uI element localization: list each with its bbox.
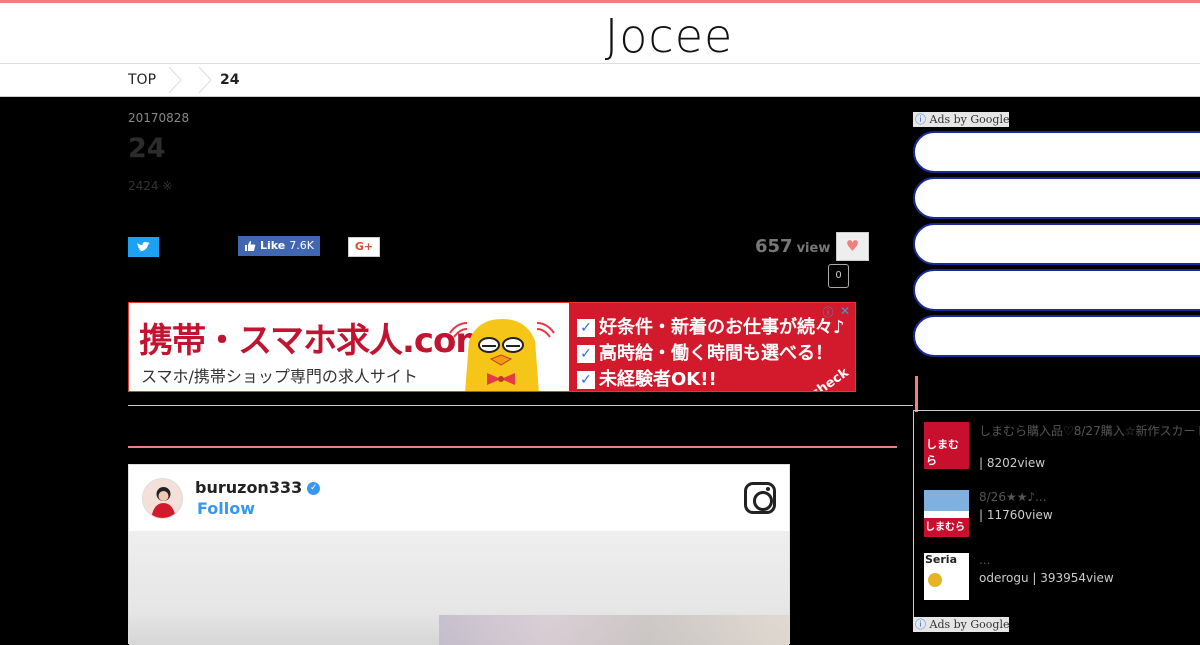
ad-link-button[interactable] (913, 177, 1200, 219)
ad-banner[interactable]: 携帯・スマホ求人.com スマホ/携帯ショップ専門の求人サイト ✓ 好条件・新着の… (128, 302, 856, 392)
sidebar-article-meta: | 11760view (979, 508, 1053, 522)
site-header: Jocee (0, 3, 1200, 63)
sidebar-article-title[interactable]: ... (979, 553, 1200, 567)
ad-feature-line: ✓ 未経験者OK!! (577, 365, 717, 391)
facebook-like-count: 7.6K (289, 239, 314, 252)
ad-red-panel: ✓ 好条件・新着のお仕事が続々♪ ✓ 高時給・働く時間も選べる！ ✓ 未経験者OK!!… (569, 303, 855, 391)
twitter-share-button[interactable] (128, 237, 159, 257)
view-count-label: view (796, 241, 831, 256)
article-description: 2424 ※ (128, 179, 173, 193)
sidebar-article-title[interactable]: しまむら購入品♡8/27購入☆新作スカートも❤使いやすいアイテム♡... (979, 422, 1200, 439)
chevron-right-icon (168, 66, 182, 94)
photo-background-shelf (439, 615, 789, 645)
chevron-right-icon (198, 66, 212, 94)
checkbox-icon: ✓ (577, 319, 595, 337)
sidebar-border (913, 410, 914, 630)
article-thumbnail[interactable]: Seria (924, 553, 969, 600)
checkbox-icon: ✓ (577, 345, 595, 363)
ad-feature-line: ✓ 好条件・新着のお仕事が続々♪ (577, 313, 845, 339)
ad-link-button[interactable] (913, 269, 1200, 311)
sidebar-article-item[interactable]: しまむら 8/26★★♪... | 11760view (924, 490, 1200, 540)
thumbs-up-icon (245, 241, 256, 251)
view-count: 657 view (755, 236, 830, 257)
view-count-number: 657 (755, 236, 793, 257)
breadcrumb-top-link[interactable]: TOP (128, 72, 156, 88)
page-title: 24 (128, 133, 166, 164)
sidebar-article-item[interactable]: Seria ... oderogu | 393954view (924, 553, 1200, 603)
info-icon: ⓘ (915, 618, 926, 631)
facebook-like-label: Like (260, 239, 286, 252)
info-icon: ⓘ (915, 113, 926, 126)
instagram-icon[interactable] (744, 482, 776, 514)
ads-by-google-label[interactable]: ⓘ Ads by Google (913, 112, 1009, 127)
checkbox-icon: ✓ (577, 371, 595, 389)
breadcrumb-current: 24 (220, 72, 240, 88)
info-icon[interactable]: ⓘ (821, 304, 835, 319)
sidebar-divider (913, 410, 1200, 411)
sidebar-article-item[interactable]: しまむら しまむら購入品♡8/27購入☆新作スカートも❤使いやすいアイテム♡..… (924, 422, 1200, 472)
site-logo[interactable]: Jocee (0, 9, 1200, 63)
facebook-like-button[interactable]: Like 7.6K (238, 236, 320, 256)
ad-title: 携帯・スマホ求人.com (139, 321, 491, 361)
google-plus-button[interactable]: G+ (348, 237, 380, 257)
ad-link-button[interactable] (913, 223, 1200, 265)
thumb-decoration (928, 573, 942, 587)
breadcrumb: TOP 24 (0, 63, 1200, 97)
follow-button[interactable]: Follow (197, 499, 255, 518)
ad-feature-line: ✓ 高時給・働く時間も選べる！ (577, 339, 833, 365)
mascot-icon (449, 319, 555, 391)
sidebar-article-meta: | 8202view (979, 456, 1046, 470)
sidebar-section-accent (915, 376, 918, 412)
instagram-photo[interactable] (129, 531, 789, 645)
instagram-username[interactable]: buruzon333 ✓ (195, 478, 321, 497)
avatar-figure-icon (151, 487, 176, 518)
article-thumbnail[interactable]: しまむら (924, 490, 969, 537)
favorite-button[interactable]: ♥ (836, 232, 869, 261)
thumb-label: Seria (925, 553, 958, 566)
article-date: 20170828 (128, 111, 190, 125)
ad-link-button[interactable] (913, 315, 1200, 357)
divider-accent (128, 446, 897, 448)
thumb-label: しまむら (926, 438, 959, 467)
instagram-embed: buruzon333 ✓ Follow (128, 464, 790, 645)
sidebar-article-meta: oderogu | 393954view (979, 571, 1114, 585)
ad-subtitle: スマホ/携帯ショップ専門の求人サイト (141, 367, 418, 386)
twitter-bird-icon (137, 241, 150, 252)
divider (128, 405, 913, 406)
ad-link-button[interactable] (913, 131, 1200, 173)
verified-badge-icon: ✓ (307, 482, 321, 495)
ad-check-label[interactable]: check (808, 365, 851, 391)
sidebar-article-title[interactable]: 8/26★★♪... (979, 490, 1200, 504)
avatar[interactable] (142, 478, 183, 519)
heart-icon: ♥ (845, 237, 860, 255)
favorite-count: 0 (828, 264, 849, 288)
article-thumbnail[interactable]: しまむら (924, 422, 969, 469)
close-icon[interactable]: ✕ (838, 304, 852, 318)
thumb-label: しまむら (925, 522, 965, 533)
